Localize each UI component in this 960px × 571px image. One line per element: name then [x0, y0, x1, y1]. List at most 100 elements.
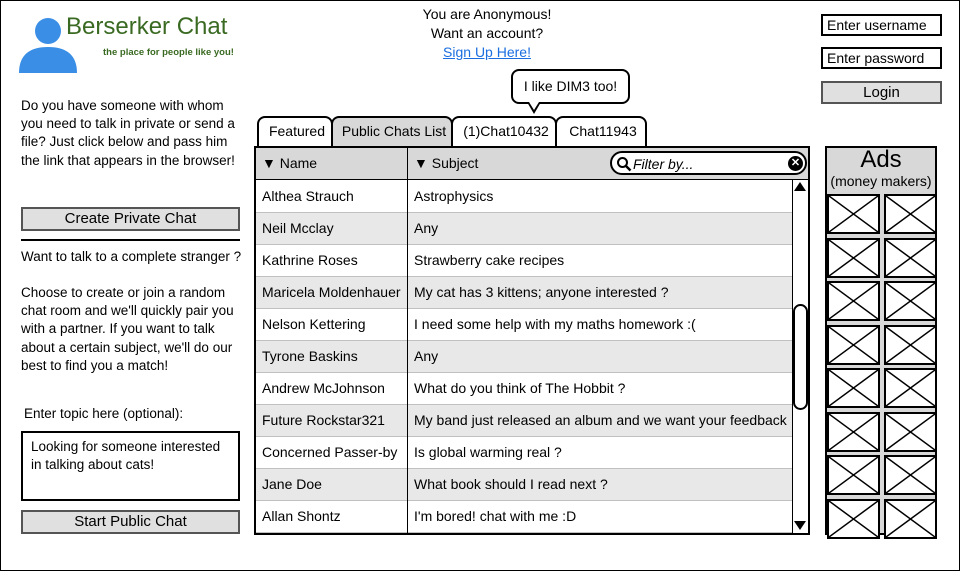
ad-slot[interactable]	[884, 411, 937, 452]
public-chat-description: Choose to create or join a random chat r…	[21, 285, 234, 373]
column-name-label: Name	[279, 155, 318, 171]
row-name-cell: Nelson Kettering	[262, 316, 366, 332]
row-subject-cell: My cat has 3 kittens; anyone interested …	[414, 284, 669, 300]
column-header-subject[interactable]: ▼ Subject	[408, 148, 608, 180]
image-placeholder-icon	[829, 500, 878, 537]
row-name-cell: Kathrine Roses	[262, 252, 358, 268]
image-placeholder-icon	[886, 370, 935, 406]
ad-slot[interactable]	[827, 411, 880, 452]
image-placeholder-icon	[886, 413, 935, 450]
image-placeholder-icon	[886, 196, 935, 232]
create-private-chat-button[interactable]: Create Private Chat	[21, 207, 240, 231]
row-name-cell: Future Rockstar321	[262, 412, 385, 428]
table-row[interactable]: Neil Mcclay Any	[256, 213, 792, 245]
topic-label: Enter topic here (optional):	[24, 406, 184, 421]
divider	[21, 239, 240, 241]
tab-chat10432[interactable]: (1)Chat10432	[451, 116, 557, 146]
row-subject-cell: Is global warming real ?	[414, 444, 562, 460]
table-row[interactable]: Concerned Passer-by Is global warming rea…	[256, 437, 792, 469]
ad-slot[interactable]	[884, 455, 937, 495]
public-chat-intro: Want to talk to a complete stranger ?	[21, 249, 242, 264]
column-header-name[interactable]: ▼ Name	[256, 148, 407, 180]
row-name-cell: Concerned Passer-by	[262, 444, 398, 460]
ad-slot[interactable]	[827, 368, 880, 408]
image-placeholder-icon	[886, 457, 935, 493]
image-placeholder-icon	[886, 326, 935, 363]
image-placeholder-icon	[886, 239, 935, 276]
row-name-cell: Andrew McJohnson	[262, 380, 385, 396]
table-row[interactable]: Jane Doe What book should I read next ?	[256, 469, 792, 501]
topic-input[interactable]	[21, 431, 240, 501]
signup-link[interactable]: Sign Up Here!	[443, 44, 531, 60]
row-name-cell: Althea Strauch	[262, 188, 354, 204]
sort-down-triangle-icon: ▼	[262, 155, 276, 171]
ad-slot[interactable]	[827, 281, 880, 321]
row-subject-cell: My band just released an album and we wa…	[414, 412, 787, 428]
row-subject-cell: Any	[414, 220, 439, 236]
ad-slot[interactable]	[827, 324, 880, 365]
public-chats-table: ▼ Name ▼ Subject ✕ Althea Strauch Astroph…	[254, 146, 810, 535]
ad-slot[interactable]	[884, 237, 937, 278]
table-row[interactable]: Maricela Moldenhauer My cat has 3 kittens…	[256, 277, 792, 309]
table-row[interactable]: Tyrone Baskins Any	[256, 341, 792, 373]
row-subject-cell: What book should I read next ?	[414, 476, 608, 492]
ads-subtitle: (money makers)	[830, 173, 932, 189]
ad-slot[interactable]	[827, 455, 880, 495]
image-placeholder-icon	[829, 370, 878, 406]
row-name-cell: Neil Mcclay	[262, 220, 334, 236]
want-account-text: Want an account?	[430, 25, 544, 41]
image-placeholder-icon	[829, 283, 878, 319]
row-subject-cell: I'm bored! chat with me :D	[414, 508, 577, 524]
table-row[interactable]: Future Rockstar321 My band just released …	[256, 405, 792, 437]
ad-slot[interactable]	[884, 324, 937, 365]
password-input[interactable]	[821, 47, 942, 69]
anonymous-text: You are Anonymous!	[422, 6, 552, 22]
image-placeholder-icon	[829, 196, 878, 232]
image-placeholder-icon	[829, 326, 878, 363]
column-divider	[407, 148, 408, 533]
app-title: Berserker Chat	[66, 13, 228, 40]
row-name-cell: Allan Shontz	[262, 508, 341, 524]
image-placeholder-icon	[829, 413, 878, 450]
ad-slot[interactable]	[884, 194, 937, 234]
app-tagline: the place for people like you!	[103, 47, 234, 58]
vertical-scrollbar[interactable]	[792, 180, 808, 533]
sort-down-triangle-icon: ▼	[414, 155, 428, 171]
image-placeholder-icon	[886, 500, 935, 537]
table-row[interactable]: Nelson Kettering I need some help with my…	[256, 309, 792, 341]
table-header: ▼ Name ▼ Subject ✕	[256, 148, 808, 180]
tab-featured[interactable]: Featured	[257, 116, 333, 146]
ad-slot[interactable]	[827, 194, 880, 234]
image-placeholder-icon	[886, 283, 935, 319]
clear-filter-icon[interactable]: ✕	[788, 156, 803, 171]
scroll-down-icon[interactable]	[794, 521, 806, 530]
row-name-cell: Maricela Moldenhauer	[262, 284, 401, 300]
chat-notification-bubble: I like DIM3 too!	[511, 69, 630, 104]
table-row[interactable]: Allan Shontz I'm bored! chat with me :D	[256, 501, 792, 533]
search-icon	[617, 157, 632, 172]
row-name-cell: Tyrone Baskins	[262, 348, 358, 364]
scrollbar-thumb[interactable]	[793, 304, 808, 410]
image-placeholder-icon	[829, 239, 878, 276]
scroll-up-icon[interactable]	[794, 182, 806, 191]
ad-slot[interactable]	[827, 498, 880, 539]
filter-input[interactable]	[633, 155, 783, 173]
tab-public-chats-list[interactable]: Public Chats List	[331, 116, 453, 146]
ad-slot[interactable]	[827, 237, 880, 278]
ad-slot[interactable]	[884, 498, 937, 539]
ad-slot[interactable]	[884, 368, 937, 408]
row-subject-cell: What do you think of The Hobbit ?	[414, 380, 626, 396]
row-subject-cell: Any	[414, 348, 439, 364]
ad-slot[interactable]	[884, 281, 937, 321]
table-row[interactable]: Althea Strauch Astrophysics	[256, 181, 792, 213]
tab-chat11943[interactable]: Chat11943	[555, 116, 647, 146]
image-placeholder-icon	[829, 457, 878, 493]
table-row[interactable]: Kathrine Roses Strawberry cake recipes	[256, 245, 792, 277]
start-public-chat-button[interactable]: Start Public Chat	[21, 510, 240, 534]
row-subject-cell: Strawberry cake recipes	[414, 252, 565, 268]
table-row[interactable]: Andrew McJohnson What do you think of The…	[256, 373, 792, 405]
username-input[interactable]	[821, 14, 942, 36]
ads-title: Ads	[860, 146, 902, 173]
row-name-cell: Jane Doe	[262, 476, 322, 492]
login-button[interactable]: Login	[821, 81, 942, 104]
